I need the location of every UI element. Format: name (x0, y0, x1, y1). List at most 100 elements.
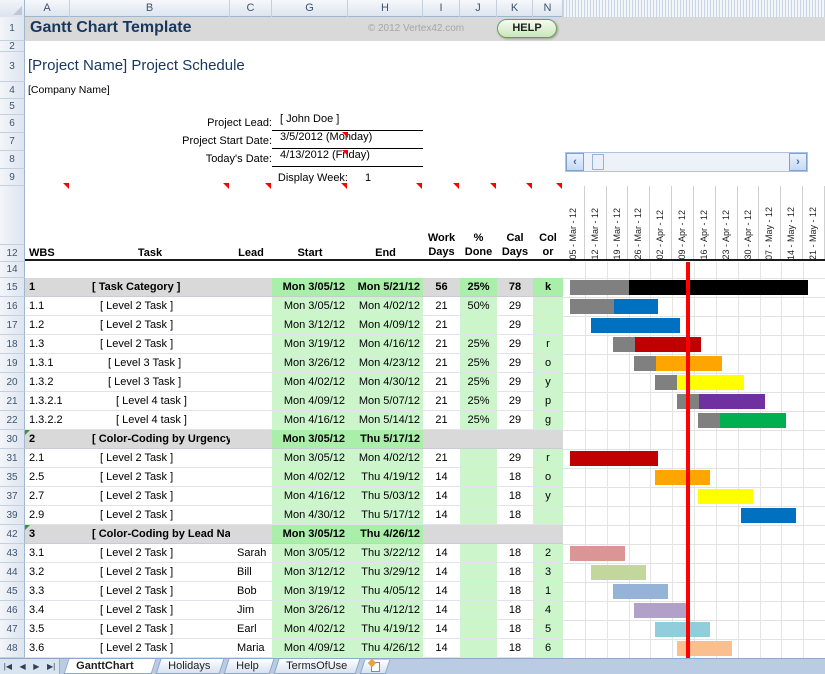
display-week-field[interactable]: 1 (348, 172, 388, 184)
cell-lead[interactable]: Sarah (237, 544, 273, 562)
cell-color-code[interactable]: 5 (533, 620, 563, 638)
cell-task[interactable]: [ Level 2 Task ] (100, 468, 230, 486)
header-task[interactable]: Task (70, 246, 230, 260)
row-header-6[interactable]: 6 (0, 115, 25, 133)
cell-wbs[interactable]: 2.1 (29, 449, 70, 467)
cell-start[interactable]: Mon 4/02/12 (272, 468, 348, 486)
gantt-bar[interactable] (614, 299, 658, 314)
cell-pct-done[interactable] (460, 449, 497, 467)
cell-wbs[interactable]: 1.3 (29, 335, 70, 353)
cell-task[interactable]: [ Level 4 task ] (116, 392, 230, 410)
cell-work-days[interactable]: 21 (423, 354, 460, 372)
cell-end[interactable]: Thu 3/29/12 (348, 563, 423, 581)
cell-work-days[interactable]: 21 (423, 392, 460, 410)
cell-work-days[interactable]: 14 (423, 563, 460, 581)
cell-cal-days[interactable]: 29 (497, 316, 533, 334)
week-scrollbar[interactable]: ‹ › (565, 152, 808, 172)
cell-task[interactable]: [ Level 2 Task ] (100, 316, 230, 334)
cell-task[interactable]: [ Color-Coding by Lead Name ] (92, 525, 230, 543)
cell-start[interactable]: Mon 3/05/12 (272, 449, 348, 467)
row-header-1[interactable]: 1 (0, 17, 25, 41)
week-column-3[interactable]: 19 - Mar - 12 (607, 186, 629, 260)
cell-start[interactable]: Mon 4/16/12 (272, 487, 348, 505)
column-header-N[interactable]: N (533, 0, 563, 17)
tab-termsofuse[interactable]: TermsOfUse (274, 659, 361, 674)
cell-end[interactable]: Thu 4/05/12 (348, 582, 423, 600)
cell-pct-done[interactable] (460, 563, 497, 581)
cell-task[interactable]: [ Level 2 Task ] (100, 620, 230, 638)
header-cal-days[interactable]: CalDays (497, 231, 533, 259)
gantt-bar-complete[interactable] (634, 356, 656, 371)
last-sheet-button[interactable]: ▶| (47, 662, 55, 671)
cell-cal-days[interactable] (497, 430, 533, 448)
cell-task[interactable]: [ Level 2 Task ] (100, 487, 230, 505)
project-lead-field[interactable]: [ John Doe ] (272, 113, 423, 131)
cell-wbs[interactable]: 3.3 (29, 582, 70, 600)
cell-task[interactable]: [ Color-Coding by Urgency ] (92, 430, 230, 448)
cell-pct-done[interactable]: 25% (460, 411, 497, 429)
cell-color-code[interactable]: p (533, 392, 563, 410)
cell-end[interactable]: Mon 4/16/12 (348, 335, 423, 353)
cell-start[interactable]: Mon 3/05/12 (272, 544, 348, 562)
week-column-7[interactable]: 16 - Apr - 12 (694, 186, 716, 260)
row-header-18[interactable]: 18 (0, 335, 25, 354)
cell-cal-days[interactable]: 18 (497, 468, 533, 486)
cell-end[interactable]: Thu 4/12/12 (348, 601, 423, 619)
week-column-8[interactable]: 23 - Apr - 12 (716, 186, 738, 260)
cell-cal-days[interactable]: 29 (497, 392, 533, 410)
column-header-I[interactable]: I (423, 0, 460, 17)
gantt-bar[interactable] (591, 565, 646, 580)
first-sheet-button[interactable]: |◀ (4, 662, 12, 671)
cell-work-days[interactable]: 21 (423, 373, 460, 391)
cell-lead[interactable]: Earl (237, 620, 273, 638)
cell-start[interactable]: Mon 3/05/12 (272, 297, 348, 315)
cell-task[interactable]: [ Level 3 Task ] (108, 354, 230, 372)
cell-start[interactable]: Mon 3/12/12 (272, 563, 348, 581)
cell-end[interactable]: Thu 4/19/12 (348, 620, 423, 638)
gantt-bar[interactable] (741, 508, 796, 523)
cell-work-days[interactable]: 14 (423, 487, 460, 505)
gantt-bar[interactable] (655, 470, 710, 485)
row-header-44[interactable]: 44 (0, 563, 25, 582)
cell-wbs[interactable]: 1.3.2 (29, 373, 70, 391)
cell-wbs[interactable]: 2 (29, 430, 70, 448)
cell-wbs[interactable]: 3.4 (29, 601, 70, 619)
gantt-bar[interactable] (570, 546, 625, 561)
gantt-bar[interactable] (720, 413, 786, 428)
cell-wbs[interactable]: 1.2 (29, 316, 70, 334)
cell-color-code[interactable]: y (533, 373, 563, 391)
cell-end[interactable]: Thu 4/19/12 (348, 468, 423, 486)
header-end[interactable]: End (348, 246, 423, 260)
cell-pct-done[interactable] (460, 506, 497, 524)
cell-cal-days[interactable]: 18 (497, 487, 533, 505)
cell-end[interactable]: Thu 4/26/12 (348, 639, 423, 657)
row-header-48[interactable]: 48 (0, 639, 25, 658)
cell-task[interactable]: [ Level 2 Task ] (100, 563, 230, 581)
row-header-3[interactable]: 3 (0, 52, 25, 82)
header-start[interactable]: Start (272, 246, 348, 260)
cell-color-code[interactable]: o (533, 468, 563, 486)
cell-cal-days[interactable]: 18 (497, 506, 533, 524)
cell-start[interactable]: Mon 4/02/12 (272, 373, 348, 391)
cell-end[interactable]: Mon 4/02/12 (348, 297, 423, 315)
cell-cal-days[interactable]: 29 (497, 354, 533, 372)
cell-start[interactable]: Mon 3/19/12 (272, 335, 348, 353)
cell-end[interactable]: Mon 4/30/12 (348, 373, 423, 391)
cell-wbs[interactable]: 3 (29, 525, 70, 543)
row-header-45[interactable]: 45 (0, 582, 25, 601)
tab-help[interactable]: Help (224, 659, 275, 674)
cell-lead[interactable]: Bill (237, 563, 273, 581)
cell-pct-done[interactable] (460, 601, 497, 619)
cell-lead[interactable]: Bob (237, 582, 273, 600)
cell-end[interactable]: Thu 3/22/12 (348, 544, 423, 562)
cell-color-code[interactable] (533, 506, 563, 524)
row-header-14[interactable]: 14 (0, 262, 25, 278)
column-header-B[interactable]: B (70, 0, 230, 17)
cell-work-days[interactable]: 21 (423, 335, 460, 353)
cell-wbs[interactable]: 2.7 (29, 487, 70, 505)
cell-cal-days[interactable]: 29 (497, 449, 533, 467)
row-header-20[interactable]: 20 (0, 373, 25, 392)
cell-cal-days[interactable]: 29 (497, 335, 533, 353)
cell-cal-days[interactable]: 29 (497, 373, 533, 391)
insert-sheet-tab[interactable] (360, 660, 391, 674)
